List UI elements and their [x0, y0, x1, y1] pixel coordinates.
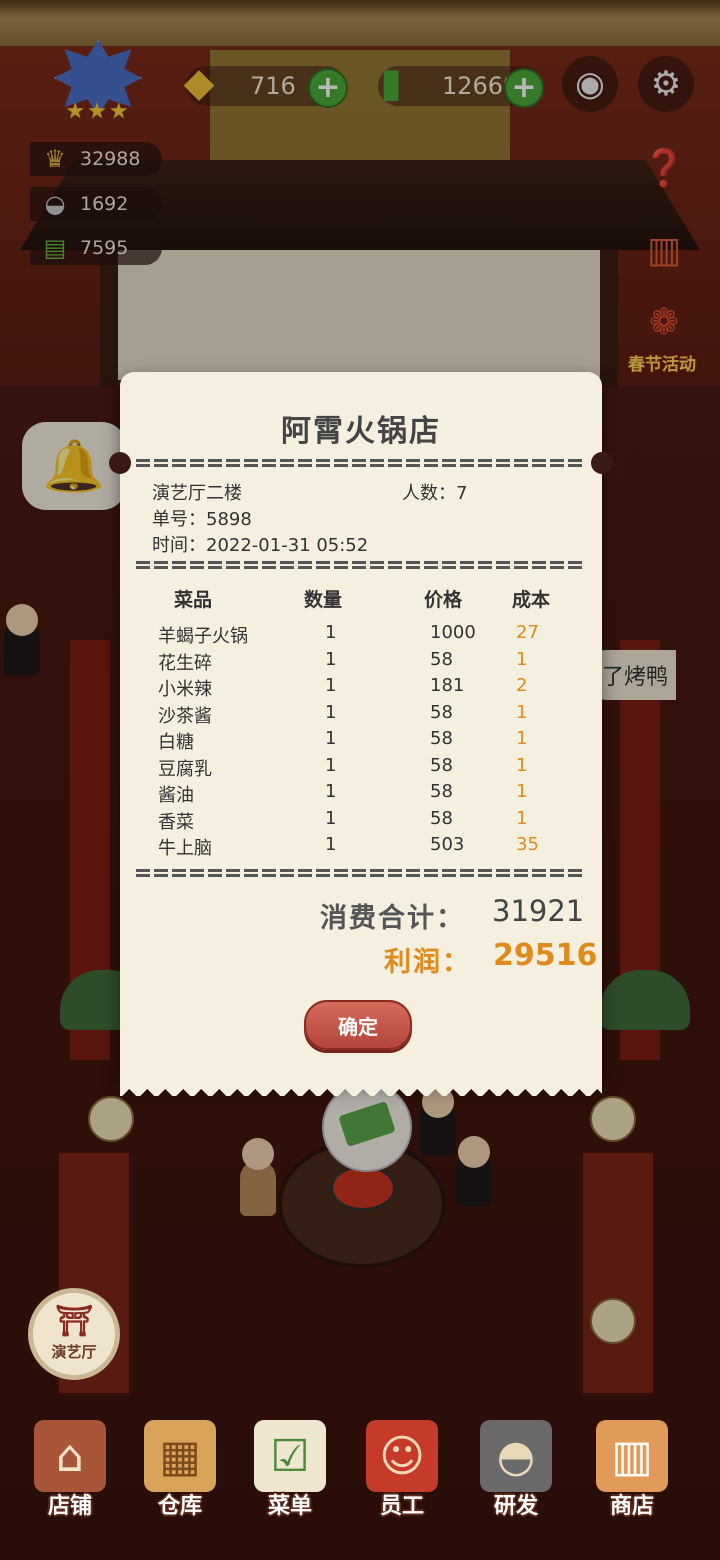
item-qty: 1	[325, 675, 337, 696]
staff-chef-icon: ☺	[366, 1420, 438, 1492]
item-name: 白糖	[158, 732, 194, 753]
item-cost: 1	[516, 702, 528, 723]
store-stall-icon: ▥	[596, 1420, 668, 1492]
item-price: 58	[430, 781, 453, 802]
column-header-cost: 成本	[512, 589, 551, 611]
item-name: 小米辣	[158, 679, 212, 700]
receipt-separator	[136, 560, 586, 570]
profit-label: 利润：	[384, 947, 471, 978]
item-cost: 1	[516, 728, 528, 749]
item-name: 沙茶酱	[158, 706, 212, 727]
pavilion-icon: ⛩	[54, 1303, 94, 1339]
warehouse-boxes-icon: ▦	[144, 1420, 216, 1492]
receipt-item-row: 沙茶酱 1 58 1	[120, 702, 602, 728]
nav-research[interactable]: ◓ 研发	[466, 1410, 566, 1530]
column-header-qty: 数量	[304, 589, 343, 611]
receipt-item-row: 小米辣 1 181 2	[120, 675, 602, 701]
column-header-dish: 菜品	[174, 589, 213, 611]
receipt-item-row: 白糖 1 58 1	[120, 728, 602, 754]
item-price: 1000	[430, 622, 476, 643]
item-cost: 2	[516, 675, 528, 696]
item-name: 花生碎	[158, 653, 212, 674]
item-qty: 1	[325, 755, 337, 776]
item-name: 牛上脑	[158, 838, 212, 859]
receipt-item-row: 酱油 1 58 1	[120, 781, 602, 807]
item-cost: 1	[516, 808, 528, 829]
item-cost: 1	[516, 781, 528, 802]
item-qty: 1	[325, 622, 337, 643]
receipt-guest-count: 人数：7	[402, 483, 468, 504]
item-name: 羊蝎子火锅	[158, 626, 248, 647]
item-name: 豆腐乳	[158, 759, 212, 780]
nav-label: 研发	[493, 1494, 538, 1519]
receipt-item-row: 花生碎 1 58 1	[120, 649, 602, 675]
nav-label: 商店	[609, 1494, 654, 1519]
receipt-hall: 演艺厅二楼	[152, 483, 242, 504]
item-qty: 1	[325, 808, 337, 829]
item-cost: 1	[516, 649, 528, 670]
item-price: 58	[430, 649, 453, 670]
item-cost: 27	[516, 622, 539, 643]
item-name: 香菜	[158, 812, 194, 833]
nav-label: 菜单	[267, 1494, 312, 1519]
bottom-navigation: ⌂ 店铺 ▦ 仓库 ☑ 菜单 ☺ 员工 ◓ 研发 ▥ 商店	[0, 1410, 720, 1530]
item-cost: 35	[516, 834, 539, 855]
item-cost: 1	[516, 755, 528, 776]
receipt-separator	[136, 868, 586, 878]
performance-hall-label: 演艺厅	[51, 1342, 97, 1361]
item-price: 58	[430, 808, 453, 829]
receipt-notch	[109, 452, 131, 474]
receipt-item-row: 豆腐乳 1 58 1	[120, 755, 602, 781]
receipt-title: 阿霄火锅店	[281, 414, 441, 449]
nav-label: 仓库	[157, 1494, 202, 1519]
profit-value: 29516	[493, 938, 598, 973]
nav-menu[interactable]: ☑ 菜单	[240, 1410, 340, 1530]
receipt-notch	[591, 452, 613, 474]
item-qty: 1	[325, 649, 337, 670]
total-label: 消费合计：	[320, 903, 465, 934]
performance-hall-button[interactable]: ⛩ 演艺厅	[28, 1288, 120, 1380]
item-price: 58	[430, 702, 453, 723]
item-qty: 1	[325, 728, 337, 749]
confirm-button[interactable]: 确定	[304, 1000, 412, 1050]
item-qty: 1	[325, 834, 337, 855]
item-name: 酱油	[158, 785, 194, 806]
nav-shop[interactable]: ⌂ 店铺	[20, 1410, 120, 1530]
receipt-item-row: 香菜 1 58 1	[120, 808, 602, 834]
shop-building-icon: ⌂	[34, 1420, 106, 1492]
research-wok-icon: ◓	[480, 1420, 552, 1492]
item-price: 181	[430, 675, 465, 696]
receipt-separator	[136, 458, 586, 468]
item-price: 503	[430, 834, 465, 855]
total-value: 31921	[492, 894, 585, 928]
nav-label: 店铺	[47, 1494, 92, 1519]
receipt-item-row: 牛上脑 1 503 35	[120, 834, 602, 860]
nav-staff[interactable]: ☺ 员工	[352, 1410, 452, 1530]
item-qty: 1	[325, 781, 337, 802]
nav-store[interactable]: ▥ 商店	[582, 1410, 682, 1530]
item-price: 58	[430, 728, 453, 749]
column-header-price: 价格	[424, 589, 463, 611]
receipt-dialog: 阿霄火锅店 演艺厅二楼 人数：7 单号：5898 时间：2022-01-31 0…	[109, 372, 613, 1096]
item-price: 58	[430, 755, 453, 776]
item-qty: 1	[325, 702, 337, 723]
receipt-item-row: 羊蝎子火锅 1 1000 27	[120, 622, 602, 648]
nav-label: 员工	[379, 1494, 424, 1519]
receipt-order-number: 单号：5898	[152, 509, 252, 530]
receipt-time: 时间：2022-01-31 05:52	[152, 535, 369, 556]
menu-clipboard-icon: ☑	[254, 1420, 326, 1492]
nav-warehouse[interactable]: ▦ 仓库	[130, 1410, 230, 1530]
